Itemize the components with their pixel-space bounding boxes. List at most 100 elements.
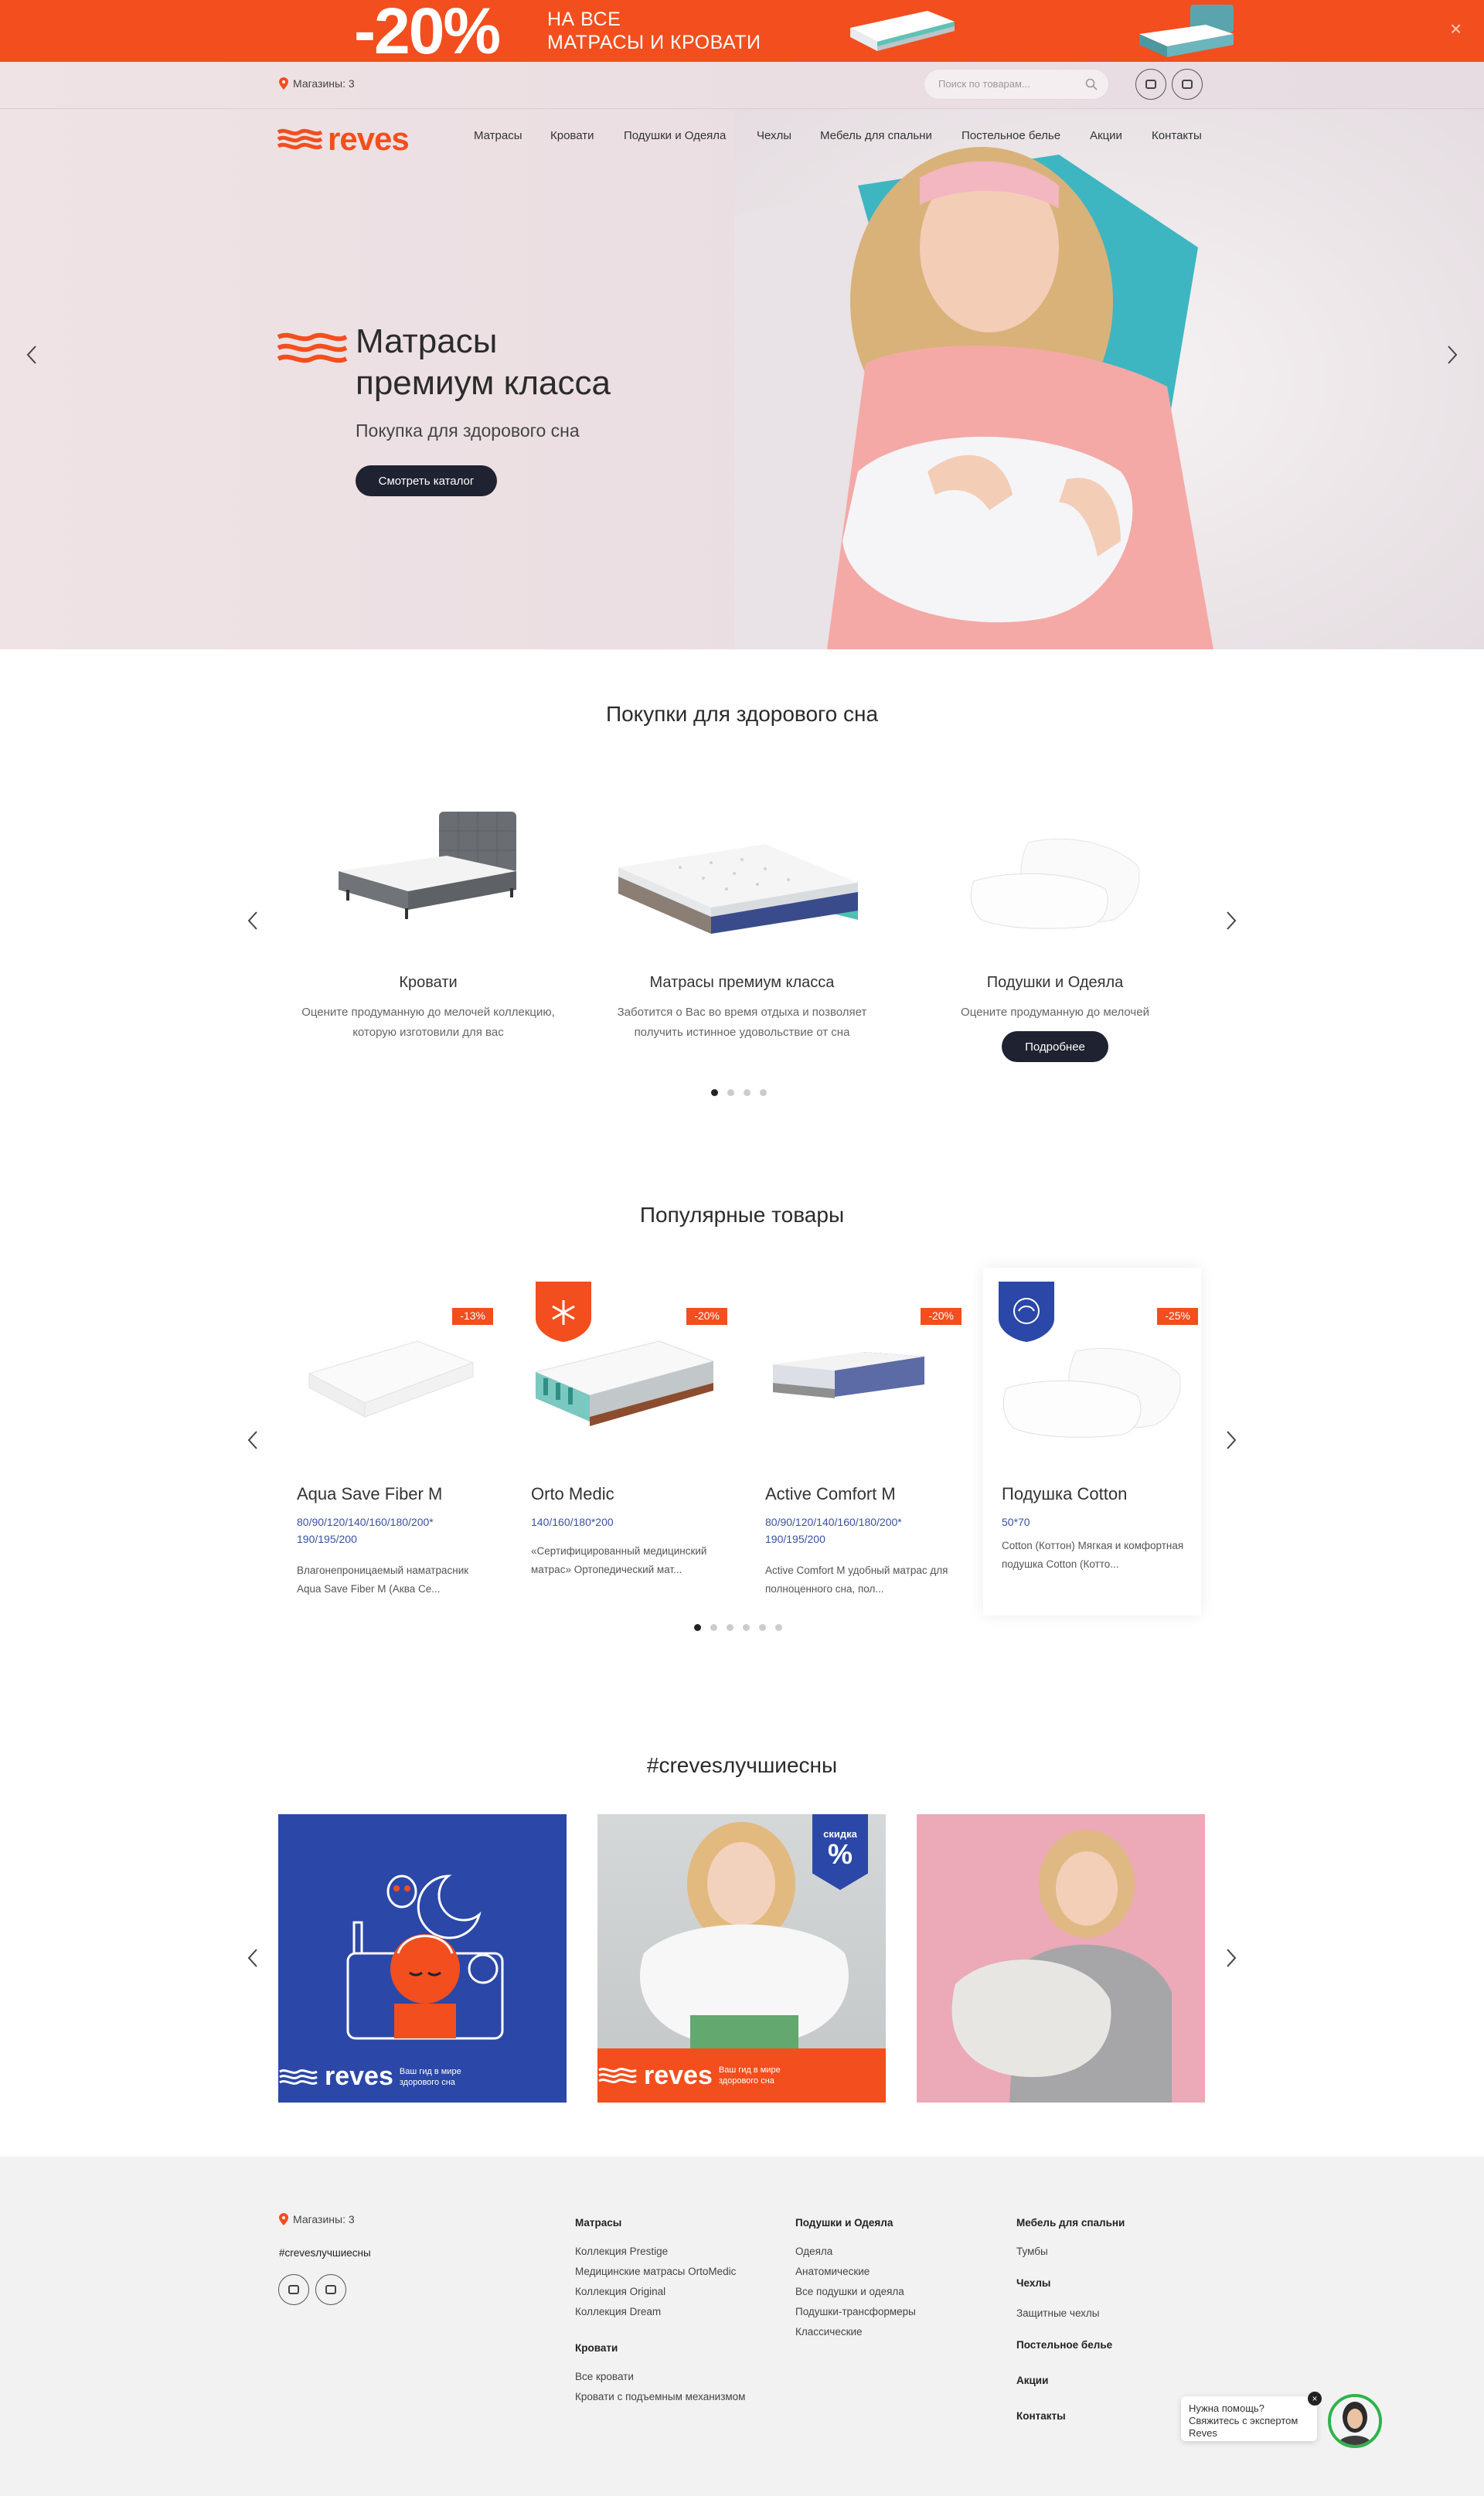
- pagination-dot[interactable]: [744, 1089, 751, 1096]
- tile-footer: reves Ваш гид в мире здорового сна: [278, 2062, 469, 2092]
- product-image: [773, 1352, 924, 1398]
- footer-heading[interactable]: Подушки и Одеяла: [795, 2217, 893, 2229]
- hero-next-arrow-icon[interactable]: [1444, 343, 1459, 366]
- footer-link[interactable]: Коллекция Dream: [575, 2306, 661, 2317]
- logo[interactable]: reves: [277, 121, 410, 157]
- categories-title: Покупки для здорового сна: [605, 702, 879, 726]
- footer-link[interactable]: Все подушки и одеяла: [795, 2286, 904, 2297]
- nav-krovati[interactable]: Кровати: [550, 129, 594, 142]
- footer-link[interactable]: Все кровати: [575, 2371, 634, 2382]
- popular-prev-arrow-icon[interactable]: [246, 1428, 261, 1452]
- footer-link[interactable]: Защитные чехлы: [1016, 2307, 1100, 2319]
- product-name[interactable]: Aqua Save Fiber M: [297, 1484, 442, 1504]
- popular-title: Популярные товары: [639, 1203, 845, 1227]
- categories-next-arrow-icon[interactable]: [1223, 909, 1238, 932]
- chat-popup[interactable]: Нужна помощь? Свяжитесь с экспертом Reve…: [1181, 2392, 1322, 2441]
- pagination-dot[interactable]: [727, 1089, 734, 1096]
- footer-link[interactable]: Одеяла: [795, 2246, 832, 2257]
- nav-chehly[interactable]: Чехлы: [757, 129, 791, 142]
- sleep-illustration: [346, 1875, 504, 2040]
- footer-heading[interactable]: Постельное белье: [1016, 2339, 1112, 2351]
- hero-title-line-2: премиум класса: [356, 364, 611, 402]
- nav-podushki[interactable]: Подушки и Одеяла: [624, 129, 726, 142]
- footer-link[interactable]: Коллекция Original: [575, 2286, 665, 2297]
- nav-akcii[interactable]: Акции: [1090, 129, 1122, 142]
- product-name[interactable]: Active Comfort M: [765, 1484, 896, 1504]
- search-icon[interactable]: [1085, 78, 1098, 90]
- insta-post[interactable]: [917, 1814, 1205, 2103]
- pagination-dot[interactable]: [743, 1624, 750, 1631]
- youtube-icon[interactable]: [315, 2274, 346, 2305]
- logo-waves-icon: [279, 2069, 318, 2085]
- footer-link[interactable]: Кровати с подъемным механизмом: [575, 2391, 745, 2402]
- top-bar: Магазины: 3 Поиск по товарам...: [0, 62, 1484, 109]
- nav-kontakty[interactable]: Контакты: [1152, 129, 1202, 142]
- footer-heading[interactable]: Кровати: [575, 2342, 618, 2354]
- footer-heading[interactable]: Матрасы: [575, 2217, 621, 2229]
- pagination-dot[interactable]: [775, 1624, 782, 1631]
- discount-badge: -13%: [452, 1308, 493, 1325]
- pagination-dot[interactable]: [727, 1624, 733, 1631]
- pagination-dot[interactable]: [694, 1624, 701, 1631]
- product-card[interactable]: -20% Orto Medic 140/160/180*200 «Сертифи…: [512, 1268, 730, 1616]
- search-input[interactable]: Поиск по товарам...: [924, 69, 1109, 100]
- instagram-icon[interactable]: [1135, 69, 1166, 100]
- product-name[interactable]: Подушка Cotton: [1002, 1484, 1127, 1504]
- chat-avatar[interactable]: [1328, 2394, 1382, 2448]
- pagination-dot[interactable]: [760, 1089, 767, 1096]
- hero-section: Магазины: 3 Поиск по товарам... reves Ма…: [0, 62, 1484, 649]
- more-button[interactable]: Подробнее: [1002, 1031, 1108, 1062]
- category-bed-image[interactable]: [331, 808, 529, 931]
- pagination-dot[interactable]: [711, 1089, 718, 1096]
- footer-link[interactable]: Коллекция Prestige: [575, 2246, 668, 2257]
- footer-link[interactable]: Анатомические: [795, 2266, 870, 2277]
- product-name[interactable]: Orto Medic: [531, 1484, 614, 1504]
- promo-line-2: МАТРАСЫ И КРОВАТИ: [547, 32, 761, 53]
- insta-prev-arrow-icon[interactable]: [246, 1946, 261, 1970]
- category-name-beds[interactable]: Кровати: [289, 974, 567, 992]
- category-pillows-image[interactable]: [958, 835, 1152, 935]
- footer-hashtag[interactable]: #crevesлучшиесны: [279, 2247, 371, 2259]
- footer-heading[interactable]: Акции: [1016, 2375, 1048, 2386]
- discount-badge: -25%: [1157, 1308, 1198, 1325]
- popular-next-arrow-icon[interactable]: [1223, 1428, 1238, 1452]
- footer-link[interactable]: Подушки-трансформеры: [795, 2306, 916, 2317]
- product-card[interactable]: -20% Active Comfort M 80/90/120/140/160/…: [747, 1268, 965, 1616]
- insta-next-arrow-icon[interactable]: [1223, 1946, 1238, 1970]
- category-mattress-image[interactable]: [618, 836, 867, 937]
- nav-mebel[interactable]: Мебель для спальни: [820, 129, 932, 142]
- chat-text-1: Нужна помощь?: [1189, 2402, 1264, 2414]
- logo-text: reves: [328, 121, 410, 157]
- close-icon[interactable]: ×: [1308, 2392, 1322, 2406]
- close-icon[interactable]: ×: [1450, 17, 1462, 41]
- nav-matrasy[interactable]: Матрасы: [474, 129, 522, 142]
- youtube-icon[interactable]: [1172, 69, 1203, 100]
- insta-post[interactable]: скидка % reves Ваш гид в мире здорового …: [597, 1814, 886, 2103]
- stores-link[interactable]: Магазины: 3: [279, 77, 355, 90]
- hero-prev-arrow-icon[interactable]: [25, 343, 40, 366]
- pagination-dot[interactable]: [759, 1624, 766, 1631]
- footer-link[interactable]: Классические: [795, 2326, 863, 2338]
- instagram-icon[interactable]: [278, 2274, 309, 2305]
- category-name-pillows[interactable]: Подушки и Одеяла: [916, 974, 1194, 992]
- nav-postelnoe[interactable]: Постельное белье: [962, 129, 1060, 142]
- product-image: [1002, 1348, 1181, 1438]
- product-card[interactable]: -25% Подушка Cotton 50*70 Cotton (Коттон…: [983, 1268, 1201, 1616]
- footer-link[interactable]: Медицинские матрасы OrtoMedic: [575, 2266, 736, 2277]
- promo-banner[interactable]: -20% НА ВСЕ МАТРАСЫ И КРОВАТИ ×: [0, 0, 1484, 62]
- footer-heading[interactable]: Чехлы: [1016, 2277, 1050, 2289]
- tile-caption: Ваш гид в мире здорового сна: [718, 2065, 781, 2086]
- pagination-dot[interactable]: [710, 1624, 717, 1631]
- insta-post[interactable]: reves Ваш гид в мире здорового сна: [278, 1814, 567, 2103]
- footer-heading[interactable]: Мебель для спальни: [1016, 2217, 1125, 2229]
- insta-title: #crevesлучшиесны: [646, 1753, 838, 1777]
- category-desc-pillows: Оцените продуманную до мелочей: [961, 1006, 1149, 1019]
- product-desc: Влагонепроницаемый наматрасник Aqua Save…: [297, 1565, 469, 1595]
- view-catalog-button[interactable]: Смотреть каталог: [356, 465, 497, 496]
- category-name-mattresses[interactable]: Матрасы премиум класса: [603, 974, 881, 992]
- footer-link[interactable]: Тумбы: [1016, 2246, 1048, 2257]
- footer-heading[interactable]: Контакты: [1016, 2410, 1066, 2422]
- product-card[interactable]: -13% Aqua Save Fiber M 80/90/120/140/160…: [278, 1268, 496, 1616]
- footer-stores-link[interactable]: Магазины: 3: [279, 2213, 355, 2225]
- categories-prev-arrow-icon[interactable]: [246, 909, 261, 932]
